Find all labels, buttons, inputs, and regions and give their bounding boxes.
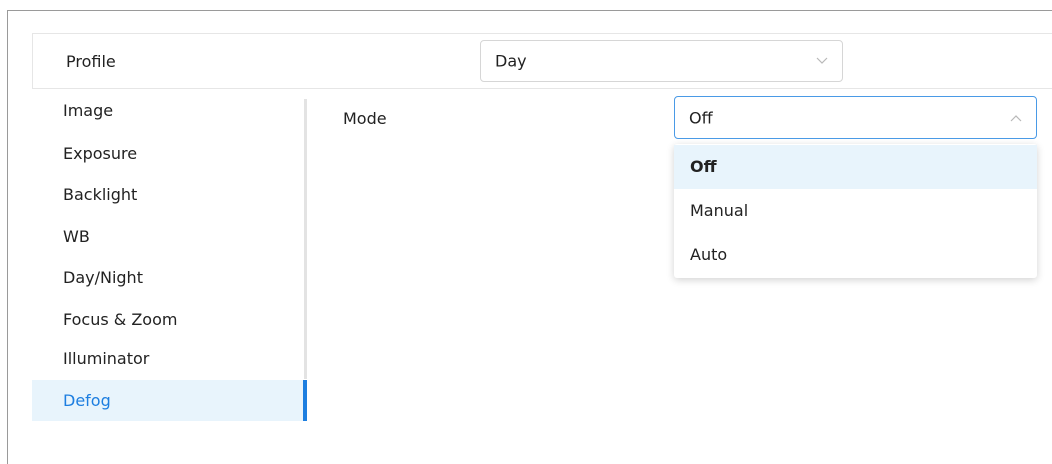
sidebar-item-defog[interactable]: Defog <box>32 380 303 421</box>
profile-label: Profile <box>66 52 116 71</box>
sidebar-item-focus-zoom[interactable]: Focus & Zoom <box>32 299 303 340</box>
mode-dropdown-menu: Off Manual Auto <box>674 144 1037 278</box>
sidebar-item-backlight[interactable]: Backlight <box>32 174 303 215</box>
sidebar-divider <box>304 99 307 379</box>
profile-select-value: Day <box>495 51 527 71</box>
mode-label: Mode <box>343 109 387 128</box>
sidebar-item-illuminator[interactable]: Illuminator <box>32 338 303 379</box>
mode-select[interactable]: Off <box>674 96 1037 139</box>
sidebar-nav: Image Exposure Backlight WB Day/Night Fo… <box>32 90 307 422</box>
sidebar-item-day-night[interactable]: Day/Night <box>32 257 303 298</box>
profile-row: Profile Day <box>32 33 1052 89</box>
sidebar-active-indicator <box>303 380 307 421</box>
mode-select-value: Off <box>689 108 713 127</box>
sidebar-item-wb[interactable]: WB <box>32 216 303 257</box>
mode-option-off[interactable]: Off <box>674 145 1037 189</box>
mode-option-manual[interactable]: Manual <box>674 189 1037 233</box>
chevron-down-icon <box>816 57 828 64</box>
profile-select[interactable]: Day <box>480 40 843 82</box>
chevron-up-icon <box>1010 114 1022 121</box>
sidebar-item-image[interactable]: Image <box>32 90 303 131</box>
mode-option-auto[interactable]: Auto <box>674 233 1037 277</box>
sidebar-item-exposure[interactable]: Exposure <box>32 133 303 174</box>
